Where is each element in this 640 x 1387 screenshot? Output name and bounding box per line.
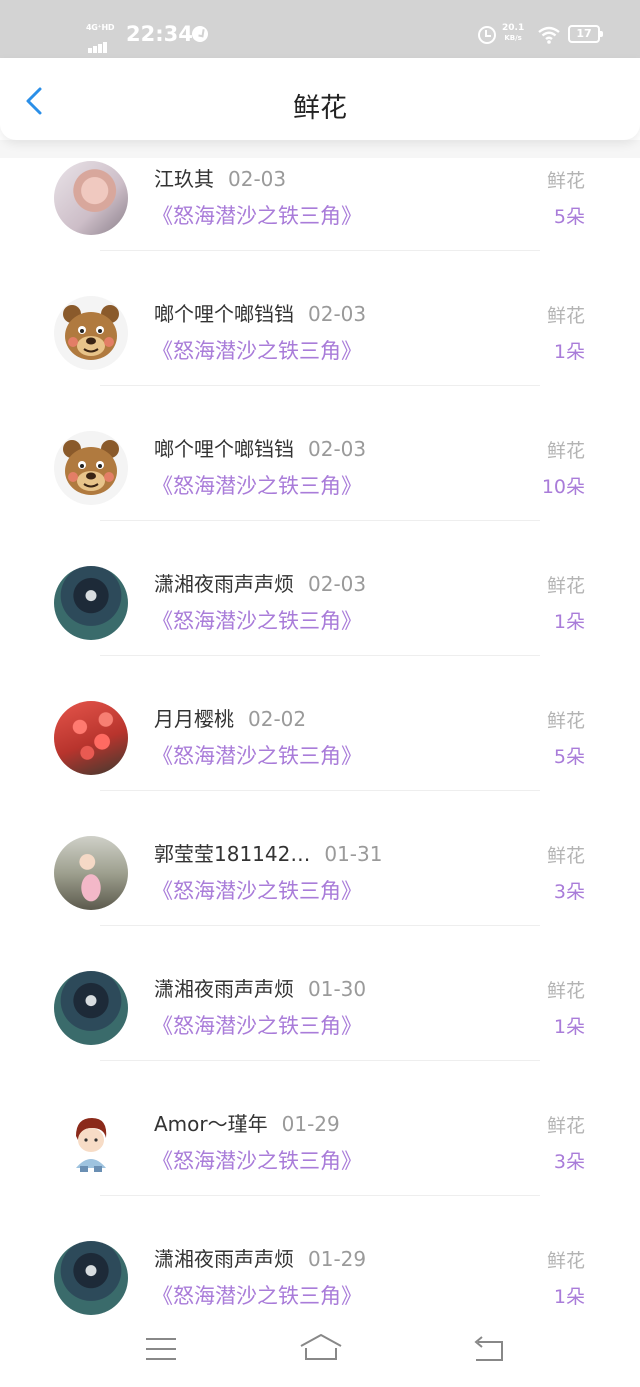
avatar[interactable]	[54, 1106, 128, 1180]
back-icon[interactable]	[470, 1334, 506, 1364]
clock-icon	[192, 26, 208, 42]
book-title-link[interactable]: 《怒海潜沙之铁三角》	[152, 1280, 362, 1310]
alarm-icon	[478, 26, 496, 44]
gift-count: 3朵	[553, 1151, 585, 1173]
gift-count: 1朵	[553, 611, 585, 633]
avatar[interactable]	[54, 296, 128, 370]
book-title-link[interactable]: 《怒海潜沙之铁三角》	[152, 875, 362, 905]
gift-type: 鲜花	[546, 710, 585, 732]
gift-date: 02-03	[308, 302, 367, 326]
list-item[interactable]: 江玖其 02-03 《怒海潜沙之铁三角》 鲜花 5朵	[0, 158, 640, 293]
user-name: 郭莹莹181142…	[154, 842, 311, 866]
user-name: 江玖其	[154, 167, 214, 191]
divider	[100, 250, 540, 251]
gift-type: 鲜花	[546, 980, 585, 1002]
avatar[interactable]	[54, 431, 128, 505]
book-title-link[interactable]: 《怒海潜沙之铁三角》	[152, 200, 362, 230]
status-bar: 4G⁺HD 22:34 20.1 KB/s 17	[0, 0, 640, 60]
book-title-link[interactable]: 《怒海潜沙之铁三角》	[152, 470, 362, 500]
user-name-line: 郭莹莹181142… 01-31	[154, 838, 382, 867]
gift-type: 鲜花	[546, 845, 585, 867]
page-title: 鲜花	[293, 93, 347, 124]
book-title-link[interactable]: 《怒海潜沙之铁三角》	[152, 1145, 362, 1175]
user-name-line: 月月樱桃 02-02	[154, 703, 306, 732]
book-title-link[interactable]: 《怒海潜沙之铁三角》	[152, 605, 362, 635]
user-name: 潇湘夜雨声声烦	[154, 1247, 294, 1271]
user-name: 啷个哩个啷铛铛	[154, 302, 294, 326]
gift-date: 01-29	[308, 1247, 367, 1271]
avatar[interactable]	[54, 836, 128, 910]
battery-level: 17	[576, 27, 592, 40]
gift-date: 01-29	[281, 1112, 340, 1136]
status-time: 22:34	[126, 22, 193, 46]
gift-type: 鲜花	[546, 305, 585, 327]
user-name: Amor～瑾年	[154, 1112, 268, 1136]
gift-date: 02-03	[228, 167, 287, 191]
gift-count: 1朵	[553, 1286, 585, 1308]
gift-count: 5朵	[553, 746, 585, 768]
list-item[interactable]: 潇湘夜雨声声烦 02-03 《怒海潜沙之铁三角》 鲜花 1朵	[0, 563, 640, 698]
avatar[interactable]	[54, 971, 128, 1045]
user-name: 啷个哩个啷铛铛	[154, 437, 294, 461]
avatar[interactable]	[54, 701, 128, 775]
divider	[100, 1060, 540, 1061]
list-item[interactable]: Amor～瑾年 01-29 《怒海潜沙之铁三角》 鲜花 3朵	[0, 1103, 640, 1238]
network-speed: 20.1 KB/s	[502, 23, 524, 43]
gift-type: 鲜花	[546, 170, 585, 192]
gift-count: 1朵	[553, 341, 585, 363]
divider	[100, 790, 540, 791]
gift-count: 10朵	[541, 476, 585, 498]
battery-icon: 17	[568, 25, 603, 43]
divider	[100, 520, 540, 521]
avatar[interactable]	[54, 161, 128, 235]
gift-type: 鲜花	[546, 575, 585, 597]
gift-count: 5朵	[553, 206, 585, 228]
list-item[interactable]: 啷个哩个啷铛铛 02-03 《怒海潜沙之铁三角》 鲜花 1朵	[0, 293, 640, 428]
gift-type: 鲜花	[546, 440, 585, 462]
book-title-link[interactable]: 《怒海潜沙之铁三角》	[152, 335, 362, 365]
divider	[100, 655, 540, 656]
gift-date: 02-02	[248, 707, 307, 731]
gift-date: 02-03	[308, 572, 367, 596]
home-icon[interactable]	[298, 1332, 344, 1364]
user-name: 潇湘夜雨声声烦	[154, 977, 294, 1001]
network-type: 4G⁺HD	[86, 23, 115, 32]
header-shadow-gap	[0, 140, 640, 158]
user-name: 月月樱桃	[154, 707, 234, 731]
gift-date: 02-03	[308, 437, 367, 461]
list-item[interactable]: 月月樱桃 02-02 《怒海潜沙之铁三角》 鲜花 5朵	[0, 698, 640, 833]
gift-date: 01-31	[324, 842, 383, 866]
book-title-link[interactable]: 《怒海潜沙之铁三角》	[152, 1010, 362, 1040]
user-name-line: 啷个哩个啷铛铛 02-03	[154, 433, 366, 462]
signal-icon: 4G⁺HD	[86, 23, 116, 53]
menu-icon[interactable]	[144, 1336, 178, 1362]
gift-count: 1朵	[553, 1016, 585, 1038]
list-item[interactable]: 郭莹莹181142… 01-31 《怒海潜沙之铁三角》 鲜花 3朵	[0, 833, 640, 968]
divider	[100, 1195, 540, 1196]
divider	[100, 385, 540, 386]
user-name: 潇湘夜雨声声烦	[154, 572, 294, 596]
user-name-line: 江玖其 02-03	[154, 163, 286, 192]
user-name-line: 潇湘夜雨声声烦 01-29	[154, 1243, 366, 1272]
book-title-link[interactable]: 《怒海潜沙之铁三角》	[152, 740, 362, 770]
gift-count: 3朵	[553, 881, 585, 903]
avatar[interactable]	[54, 1241, 128, 1315]
system-nav-bar	[0, 1320, 640, 1387]
user-name-line: 潇湘夜雨声声烦 01-30	[154, 973, 366, 1002]
speed-unit: KB/s	[504, 34, 522, 42]
user-name-line: 啷个哩个啷铛铛 02-03	[154, 298, 366, 327]
avatar[interactable]	[54, 566, 128, 640]
user-name-line: 潇湘夜雨声声烦 02-03	[154, 568, 366, 597]
gift-date: 01-30	[308, 977, 367, 1001]
speed-value: 20.1	[502, 23, 525, 33]
list-item[interactable]: 啷个哩个啷铛铛 02-03 《怒海潜沙之铁三角》 鲜花 10朵	[0, 428, 640, 563]
divider	[100, 925, 540, 926]
gift-type: 鲜花	[546, 1115, 585, 1137]
user-name-line: Amor～瑾年 01-29	[154, 1108, 340, 1137]
wifi-icon	[538, 26, 560, 44]
gift-type: 鲜花	[546, 1250, 585, 1272]
list-item[interactable]: 潇湘夜雨声声烦 01-30 《怒海潜沙之铁三角》 鲜花 1朵	[0, 968, 640, 1103]
header-bar: 鲜花	[0, 58, 640, 140]
